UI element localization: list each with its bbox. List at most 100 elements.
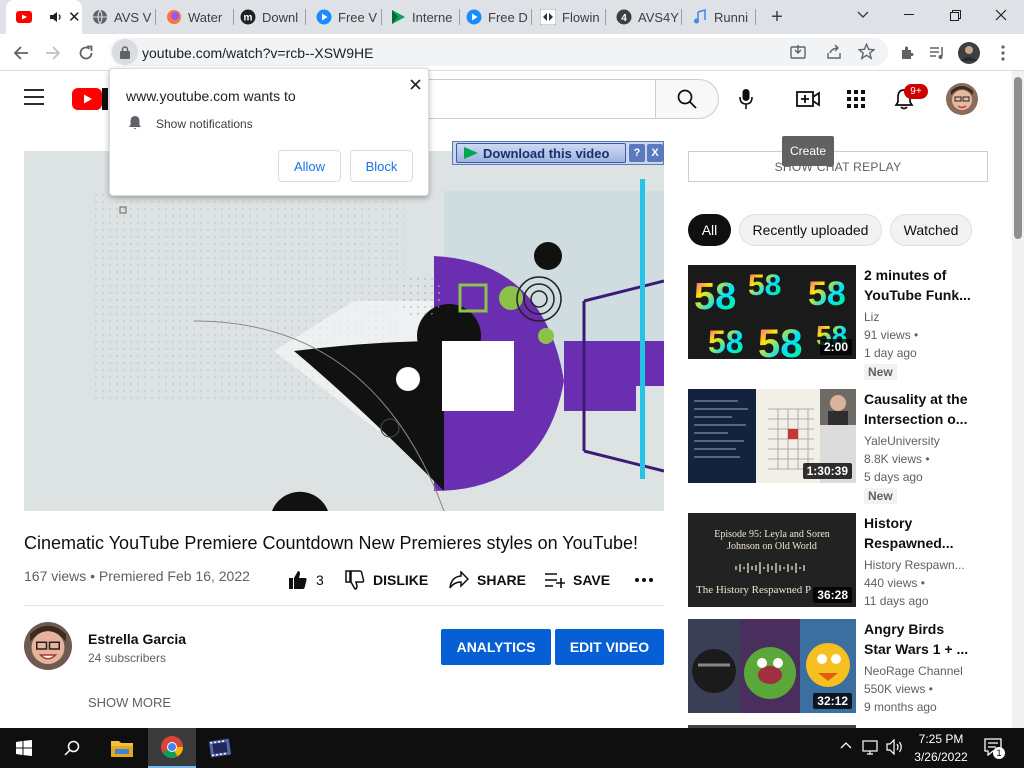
hamburger-menu-icon[interactable]: [24, 89, 44, 105]
bookmark-star-icon[interactable]: [858, 43, 875, 60]
video-thumbnail[interactable]: Episode 95: Leyla and Soren Johnson on O…: [688, 513, 856, 607]
tab-youtube[interactable]: ✕: [6, 0, 82, 34]
new-tab-button[interactable]: +: [766, 0, 788, 34]
page-scrollbar[interactable]: [1012, 71, 1024, 728]
download-help-button[interactable]: ?: [629, 144, 645, 162]
recommended-video[interactable]: 32:12 Angry Birds Star Wars 1 + ... NeoR…: [688, 619, 988, 714]
scrollbar-thumb[interactable]: [1014, 77, 1022, 239]
channel-avatar[interactable]: [24, 622, 72, 670]
clock-time[interactable]: 7:25 PM: [913, 732, 969, 746]
recommended-video[interactable]: Episode 95: Leyla and Soren Johnson on O…: [688, 513, 988, 608]
lock-icon[interactable]: [112, 39, 138, 65]
create-video-icon[interactable]: [794, 85, 822, 113]
chrome-taskbar-button[interactable]: [148, 728, 196, 768]
show-more-button[interactable]: SHOW MORE: [88, 695, 171, 710]
svg-text:58: 58: [694, 276, 736, 318]
account-avatar[interactable]: [946, 83, 978, 115]
video-player[interactable]: [24, 151, 664, 511]
back-button[interactable]: [8, 40, 34, 66]
profile-avatar-icon[interactable]: [956, 40, 982, 66]
recommended-video[interactable]: 1:30:39 Causality at the Intersection o.…: [688, 389, 988, 504]
allow-button[interactable]: Allow: [278, 150, 341, 182]
chip-all[interactable]: All: [688, 214, 731, 246]
green-play-icon: [390, 9, 406, 25]
start-button[interactable]: [0, 728, 48, 768]
clock-date[interactable]: 3/26/2022: [913, 750, 969, 764]
tab-free-download[interactable]: Free D: [462, 0, 532, 34]
tab-download[interactable]: m Downl: [236, 0, 306, 34]
block-button[interactable]: Block: [350, 150, 413, 182]
recommended-title[interactable]: History Respawned...: [864, 513, 974, 553]
save-button[interactable]: SAVE: [545, 567, 610, 593]
edit-video-button[interactable]: EDIT VIDEO: [555, 629, 664, 665]
tab-running[interactable]: Runni: [688, 0, 756, 34]
tab-free-video[interactable]: Free V: [312, 0, 382, 34]
dislike-button[interactable]: DISLIKE: [345, 567, 428, 593]
recommended-channel[interactable]: History Respawn...: [864, 558, 965, 572]
thumbnail-caption: Episode 95: Leyla and Soren Johnson on O…: [714, 529, 830, 552]
search-input[interactable]: [408, 79, 656, 119]
download-close-button[interactable]: X: [647, 144, 663, 162]
tab-avs-video[interactable]: AVS V: [88, 0, 156, 34]
tab-close-icon[interactable]: ✕: [68, 8, 81, 26]
youtube-logo[interactable]: [72, 88, 108, 110]
recommended-channel[interactable]: Liz: [864, 310, 879, 324]
apps-grid-icon[interactable]: [842, 85, 870, 113]
action-center-button[interactable]: 1: [980, 736, 1010, 760]
video-thumbnail[interactable]: 1:30:39: [688, 389, 856, 483]
analytics-button[interactable]: ANALYTICS: [441, 629, 551, 665]
play-circle-icon: [316, 9, 332, 25]
video-editor-taskbar-button[interactable]: [196, 728, 244, 768]
like-button[interactable]: 3: [288, 567, 324, 593]
address-bar[interactable]: youtube.com/watch?v=rcb--XSW9HE: [110, 38, 888, 66]
tab-search-icon[interactable]: [840, 0, 886, 30]
recommended-age: 11 days ago: [864, 594, 929, 608]
more-actions-button[interactable]: [635, 567, 661, 593]
video-thumbnail[interactable]: 58 58 58 58 58 58 2:00: [688, 265, 856, 359]
svg-text:58: 58: [748, 269, 781, 302]
chip-watched[interactable]: Watched: [890, 214, 972, 246]
forward-button[interactable]: [40, 40, 66, 66]
search-button[interactable]: [655, 79, 719, 119]
chip-recently-uploaded[interactable]: Recently uploaded: [739, 214, 882, 246]
media-control-icon[interactable]: [924, 40, 950, 66]
recommended-title[interactable]: Causality at the Intersection o...: [864, 389, 974, 429]
file-explorer-button[interactable]: [98, 728, 146, 768]
tab-avs4you[interactable]: 4 AVS4Y: [612, 0, 682, 34]
folder-icon: [111, 741, 133, 757]
recommended-age: 1 day ago: [864, 346, 917, 360]
close-icon[interactable]: [406, 75, 424, 93]
recommended-channel[interactable]: YaleUniversity: [864, 434, 940, 448]
tab-water[interactable]: Water: [162, 0, 234, 34]
browser-toolbar: youtube.com/watch?v=rcb--XSW9HE: [0, 34, 1024, 71]
taskbar-search-button[interactable]: [48, 728, 96, 768]
recommended-channel[interactable]: NeoRage Channel: [864, 664, 963, 678]
recommended-views: 91 views •: [864, 328, 919, 342]
install-app-icon[interactable]: [790, 44, 806, 60]
microphone-icon[interactable]: [732, 85, 760, 113]
share-icon[interactable]: [826, 44, 842, 60]
download-video-button[interactable]: Download this video: [456, 143, 626, 163]
show-chat-replay-button[interactable]: SHOW CHAT REPLAY: [688, 151, 988, 182]
url-text[interactable]: youtube.com/watch?v=rcb--XSW9HE: [142, 45, 373, 61]
extensions-icon[interactable]: [894, 40, 920, 66]
network-icon[interactable]: [862, 739, 880, 755]
speaker-icon[interactable]: [48, 9, 64, 25]
minimize-button[interactable]: [886, 0, 932, 30]
volume-icon[interactable]: [886, 739, 904, 755]
recommended-title[interactable]: Angry Birds Star Wars 1 + ...: [864, 619, 974, 659]
share-button[interactable]: SHARE: [449, 567, 526, 593]
close-window-button[interactable]: [978, 0, 1024, 30]
tab-internet[interactable]: Interne: [386, 0, 460, 34]
channel-name[interactable]: Estrella Garcia: [88, 631, 186, 647]
recommended-video[interactable]: 58 58 58 58 58 58 2:00 2 minutes of YouT…: [688, 265, 988, 380]
thumbs-up-icon: [289, 571, 307, 589]
tab-flowing[interactable]: Flowin: [536, 0, 606, 34]
restore-button[interactable]: [932, 0, 978, 30]
recommended-title[interactable]: 2 minutes of YouTube Funk...: [864, 265, 974, 305]
chrome-menu-icon[interactable]: [990, 40, 1016, 66]
show-hidden-icons-chevron-icon[interactable]: [840, 741, 852, 749]
video-thumbnail[interactable]: 32:12: [688, 619, 856, 713]
reload-button[interactable]: [73, 40, 99, 66]
search-icon: [64, 740, 80, 756]
